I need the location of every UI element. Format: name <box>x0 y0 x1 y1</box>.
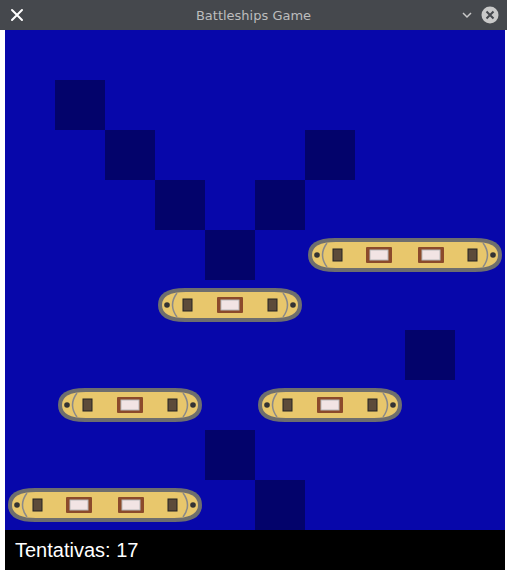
miss-cell <box>155 180 205 230</box>
ship <box>255 380 405 430</box>
window-title: Battleships Game <box>60 8 447 23</box>
title-bar: Battleships Game <box>0 0 507 30</box>
ship <box>305 230 505 280</box>
miss-cell <box>55 80 105 130</box>
ship <box>55 380 205 430</box>
miss-cell <box>255 180 305 230</box>
close-circle-icon[interactable] <box>481 6 499 24</box>
attempts-label: Tentativas: 17 <box>15 539 138 562</box>
ship-icon <box>155 280 305 330</box>
ship-icon <box>55 380 205 430</box>
miss-cell <box>305 130 355 180</box>
ship-icon <box>5 480 205 530</box>
game-window: Battleships Game Tentativas: 17 <box>0 0 507 574</box>
close-icon[interactable] <box>10 8 24 22</box>
miss-cell <box>105 130 155 180</box>
miss-cell <box>405 330 455 380</box>
status-bar: Tentativas: 17 <box>5 530 505 570</box>
ship-icon <box>305 230 505 280</box>
miss-cell <box>205 430 255 480</box>
ship <box>5 480 205 530</box>
miss-cell <box>205 230 255 280</box>
game-board[interactable] <box>5 30 505 530</box>
miss-cell <box>255 480 305 530</box>
minimize-chevron-icon[interactable] <box>461 9 473 21</box>
ship-icon <box>255 380 405 430</box>
ship <box>155 280 305 330</box>
